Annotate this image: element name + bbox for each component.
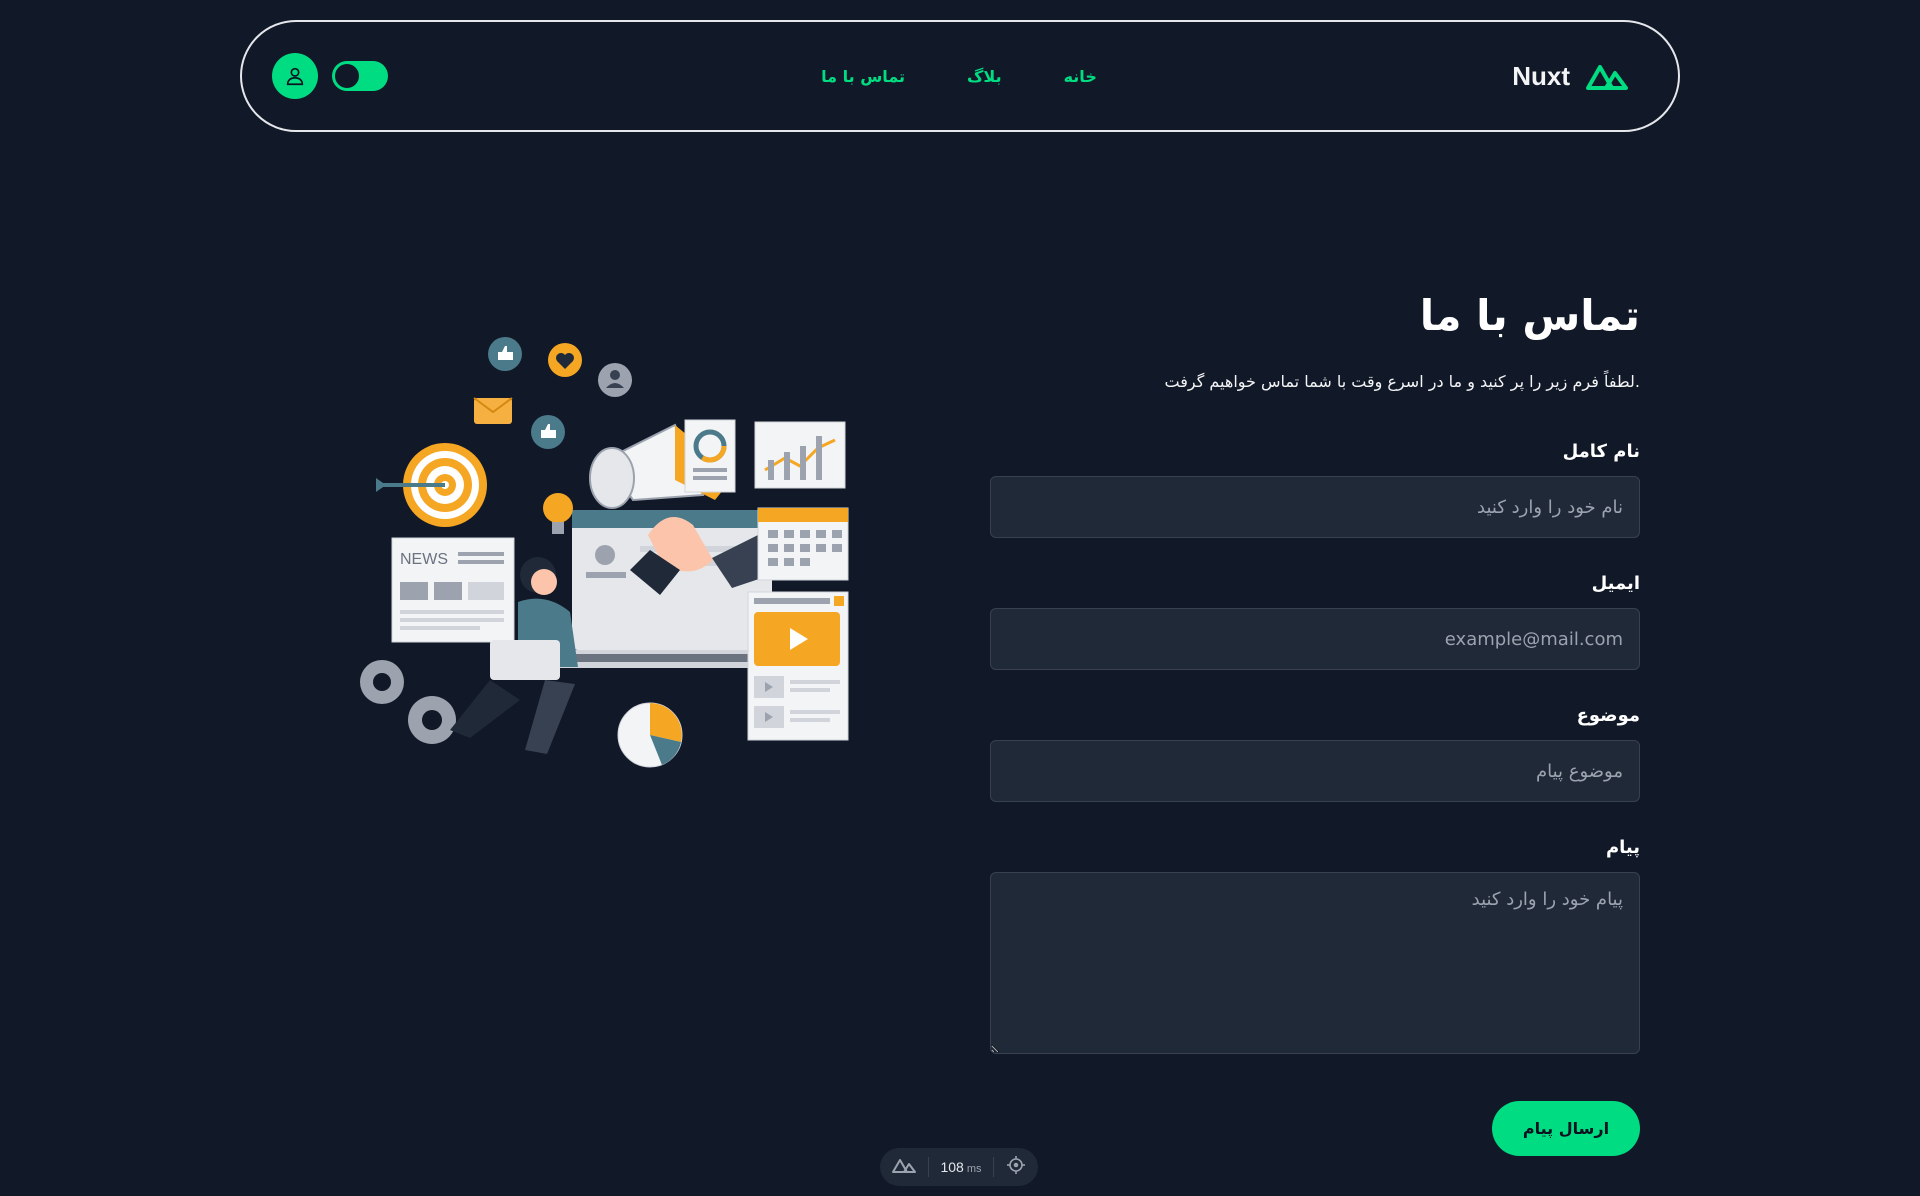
nav-link-home[interactable]: خانه: [1064, 67, 1097, 86]
render-time: 108 ms: [940, 1159, 981, 1175]
email-field-group: ایمیل: [990, 572, 1640, 670]
divider: [993, 1157, 995, 1177]
subject-field-group: موضوع: [990, 704, 1640, 802]
submit-button[interactable]: ارسال پیام: [1492, 1101, 1640, 1156]
crosshair-icon[interactable]: [1006, 1155, 1026, 1180]
name-label: نام کامل: [1562, 441, 1640, 462]
email-label: ایمیل: [1591, 573, 1640, 594]
user-icon: [286, 67, 304, 86]
theme-toggle[interactable]: [332, 61, 388, 91]
name-field-group: نام کامل: [990, 440, 1640, 538]
message-field-group: پیام: [990, 836, 1640, 1054]
marketing-illustration: NEWS: [340, 320, 860, 780]
contact-form: تماس با ما .لطفاً فرم زیر را پر کنید و م…: [990, 290, 1640, 1054]
toggle-knob: [335, 64, 359, 88]
render-time-value: 108: [940, 1159, 964, 1175]
user-account-button[interactable]: [272, 53, 318, 99]
message-textarea[interactable]: [990, 872, 1640, 1054]
brand[interactable]: Nuxt: [1512, 22, 1628, 130]
page-title: تماس با ما: [1419, 291, 1640, 340]
svg-text:NEWS: NEWS: [400, 551, 448, 568]
name-input[interactable]: [990, 476, 1640, 538]
nuxt-devtools-logo-icon[interactable]: [892, 1157, 916, 1178]
email-input[interactable]: [990, 608, 1640, 670]
nav-link-contact[interactable]: تماس با ما: [821, 67, 905, 86]
subject-input[interactable]: [990, 740, 1640, 802]
render-time-unit: ms: [966, 1163, 982, 1175]
nav-link-blog[interactable]: بلاگ: [967, 67, 1002, 86]
top-navbar: Nuxt خانه بلاگ تماس با ما: [240, 20, 1680, 132]
nuxt-logo-icon: [1586, 61, 1628, 91]
header-actions: [272, 22, 388, 130]
divider: [927, 1157, 929, 1177]
message-label: پیام: [1605, 837, 1640, 858]
page-subtitle: .لطفاً فرم زیر را پر کنید و ما در اسرع و…: [1164, 372, 1640, 391]
subject-label: موضوع: [1576, 705, 1640, 726]
nuxt-devtools-bar[interactable]: 108 ms: [880, 1148, 1038, 1186]
brand-name: Nuxt: [1512, 60, 1570, 91]
main-nav: خانه بلاگ تماس با ما: [242, 22, 1678, 130]
